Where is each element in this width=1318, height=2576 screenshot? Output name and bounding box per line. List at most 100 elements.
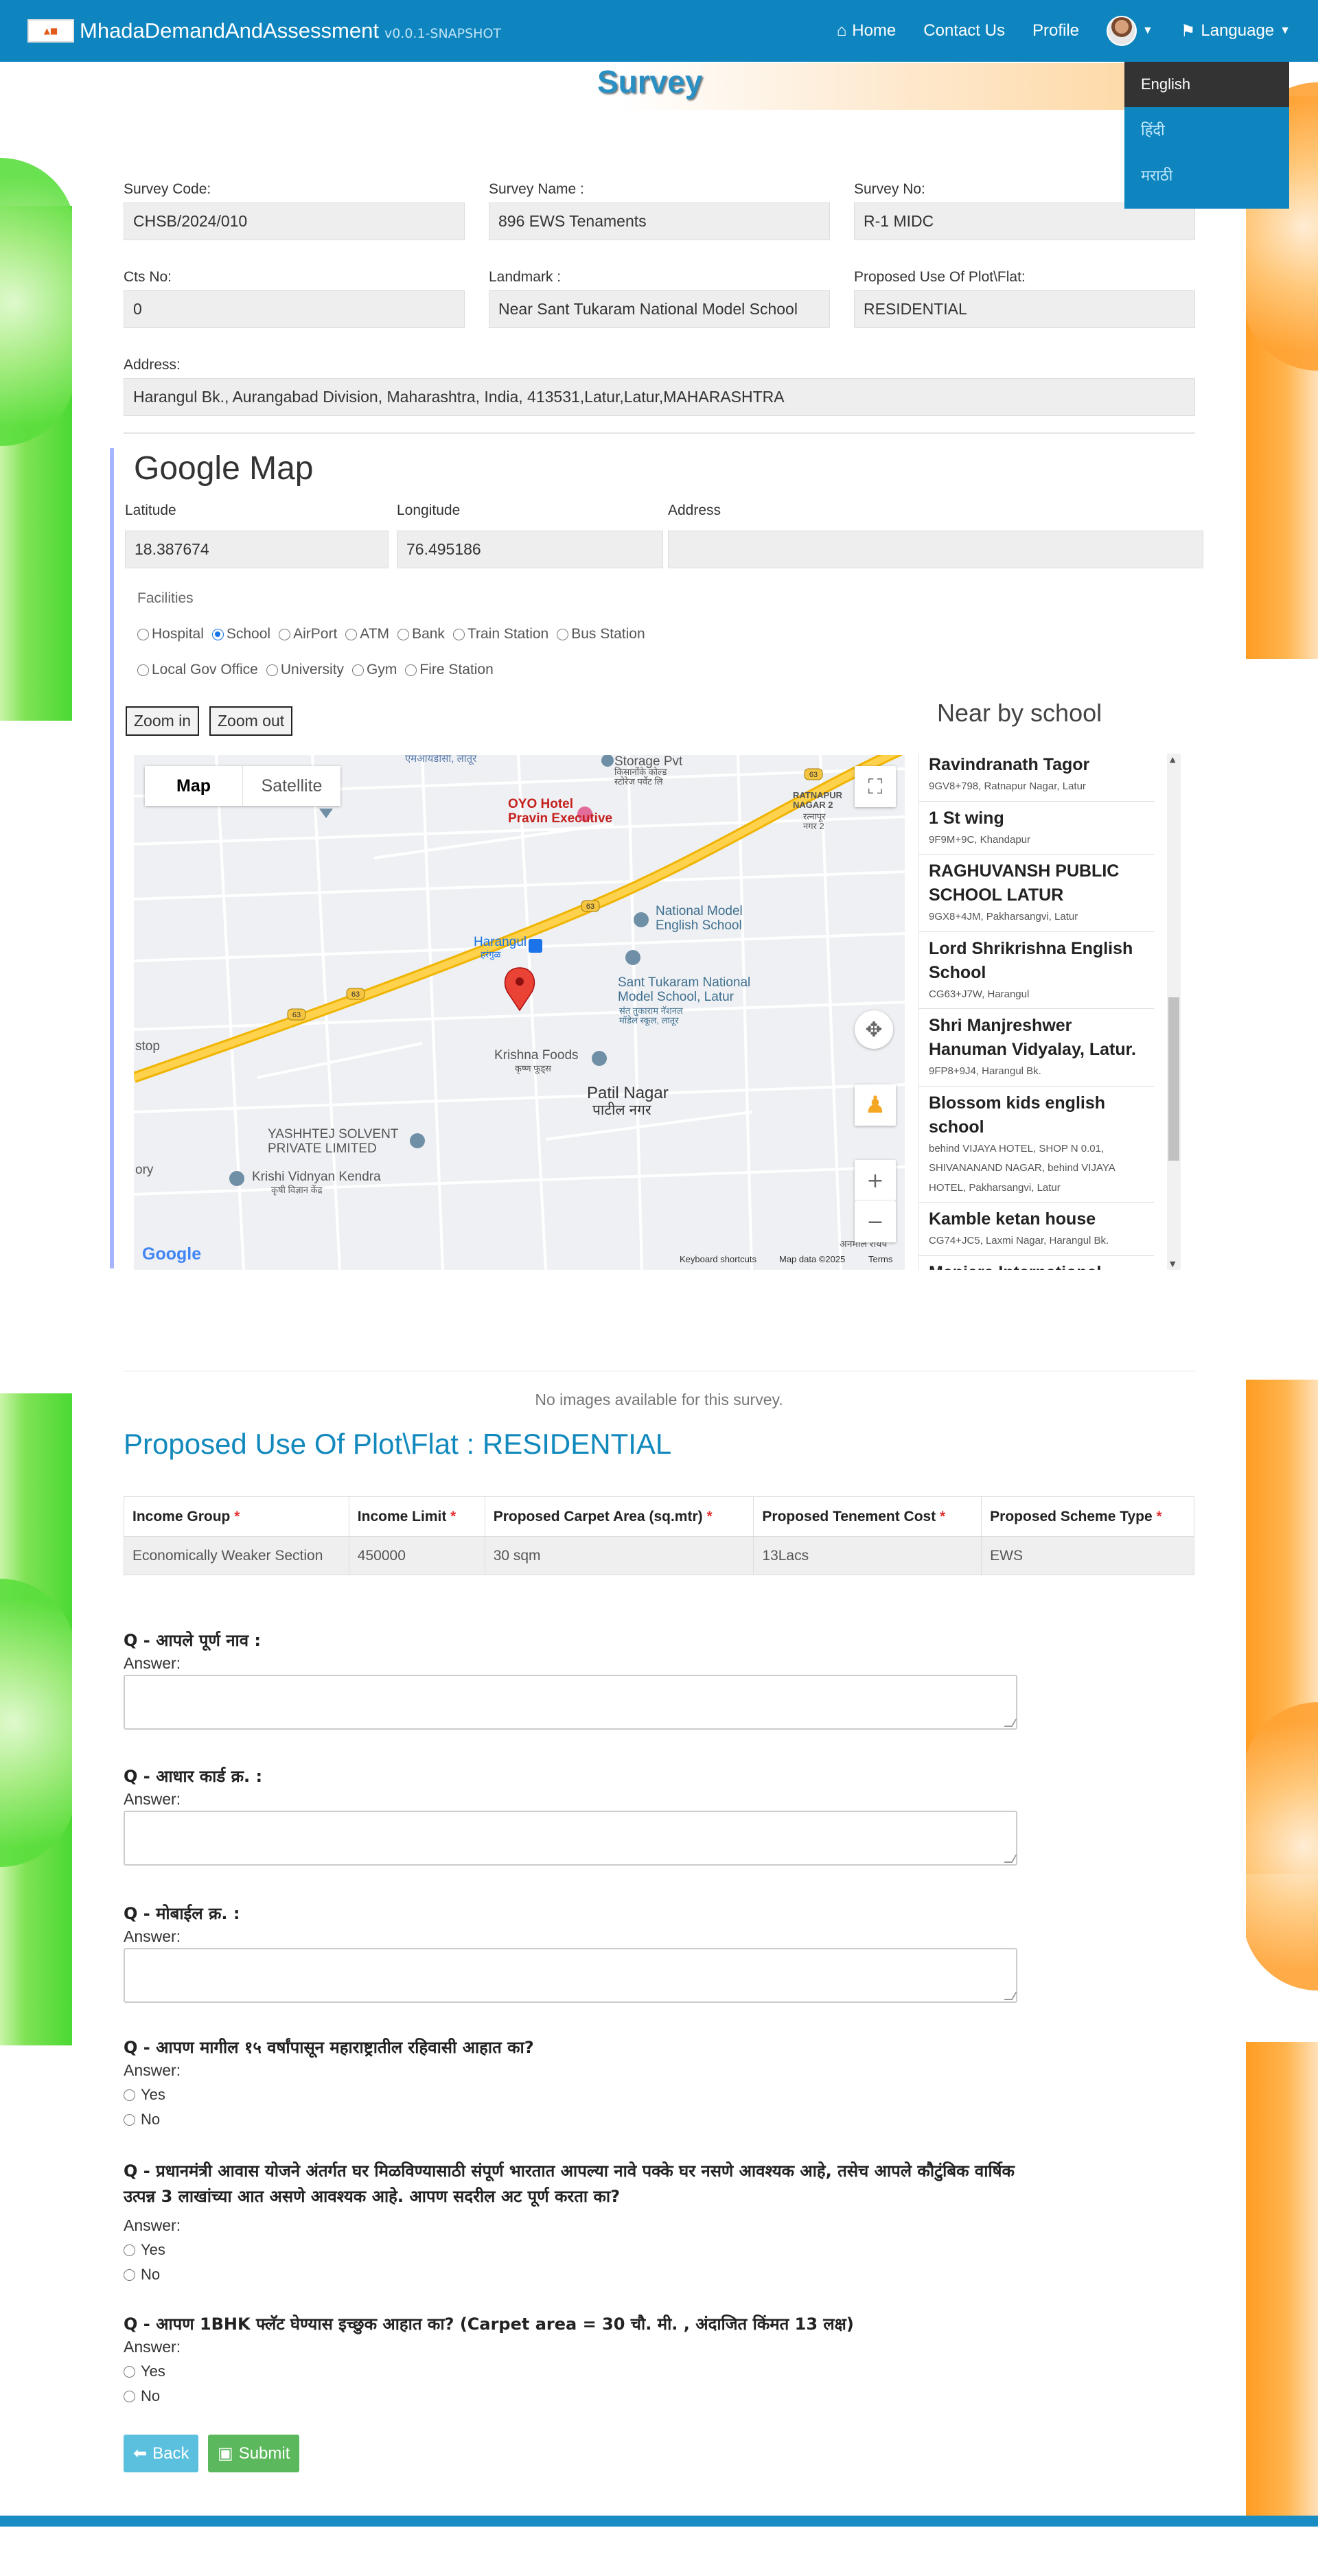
facility-option-train-station[interactable]: Train Station: [452, 626, 548, 642]
map-address-field[interactable]: [668, 531, 1203, 568]
facility-radio[interactable]: [557, 628, 569, 640]
nearby-item[interactable]: 1 St wing 9F9M+9C, Khandapur: [919, 802, 1154, 855]
facility-option-atm[interactable]: ATM: [345, 626, 389, 642]
facility-option-bank[interactable]: Bank: [397, 626, 445, 642]
facility-radio[interactable]: [137, 664, 149, 676]
survey-name-field[interactable]: 896 EWS Tenaments: [489, 202, 830, 240]
brand-name[interactable]: MhadaDemandAndAssessment: [80, 19, 379, 43]
answer-option-no[interactable]: No: [124, 2387, 160, 2405]
answer-option-yes[interactable]: Yes: [124, 2363, 165, 2380]
nearby-item-address: 9GV8+798, Ratnapur Nagar, Latur: [929, 780, 1086, 792]
table-header-cell: Proposed Carpet Area (sq.mtr) *: [484, 1496, 754, 1537]
nearby-item[interactable]: Shri Manjreshwer Hanuman Vidyalay, Latur…: [919, 1009, 1154, 1087]
nearby-scrollbar[interactable]: ▲ ▼: [1167, 754, 1181, 1270]
facility-radio[interactable]: [211, 628, 224, 640]
nearby-item[interactable]: Manjara International: [919, 1256, 1154, 1270]
landmark-field[interactable]: Near Sant Tukaram National Model School: [489, 290, 830, 328]
table-header-label: Income Limit: [357, 1508, 447, 1524]
keyboard-shortcuts-link[interactable]: Keyboard shortcuts: [680, 1254, 756, 1264]
street-view-pegman-icon[interactable]: ♟: [855, 1084, 896, 1126]
facility-option-school[interactable]: School: [211, 626, 270, 642]
terms-link[interactable]: Terms: [868, 1254, 892, 1264]
map-tab-satellite[interactable]: Satellite: [242, 766, 340, 806]
answer-radio[interactable]: [124, 2268, 135, 2281]
answer-label: Answer:: [124, 1927, 181, 1945]
google-map[interactable]: 63 63 63 63 Map Satellite एमआयडीसी, लातू…: [134, 755, 905, 1270]
nearby-item[interactable]: Kamble ketan house CG74+JC5, Laxmi Nagar,…: [919, 1203, 1154, 1256]
nearby-school-list[interactable]: Ravindranath Tagor 9GV8+798, Ratnapur Nag…: [918, 754, 1167, 1270]
address-field[interactable]: Harangul Bk., Aurangabad Division, Mahar…: [124, 378, 1195, 416]
scroll-thumb[interactable]: [1168, 997, 1179, 1161]
scroll-down-icon[interactable]: ▼: [1170, 1260, 1175, 1268]
nearby-item-name: Lord Shrikrishna English School: [929, 938, 1133, 982]
map-zoom-in-icon[interactable]: +: [855, 1160, 896, 1201]
zoom-in-button[interactable]: Zoom in: [126, 706, 200, 736]
facility-radio[interactable]: [405, 664, 417, 676]
answer-option-yes[interactable]: Yes: [124, 2241, 165, 2259]
zoom-out-button[interactable]: Zoom out: [209, 706, 293, 736]
nearby-item[interactable]: Lord Shrikrishna English School CG63+J7W,…: [919, 932, 1154, 1009]
answer-radio[interactable]: [124, 2390, 135, 2402]
facility-option-gym[interactable]: Gym: [352, 662, 397, 678]
facility-radio[interactable]: [452, 628, 465, 640]
facility-option-local-gov-office[interactable]: Local Gov Office: [137, 662, 258, 678]
footer-bar: [0, 2516, 1318, 2527]
proposed-use-field[interactable]: RESIDENTIAL: [854, 290, 1195, 328]
answer-textarea[interactable]: [124, 1811, 1017, 1866]
content-panel: [72, 62, 1246, 2516]
answer-radio[interactable]: [124, 2244, 135, 2256]
answer-radio[interactable]: [124, 2365, 135, 2378]
facility-option-hospital[interactable]: Hospital: [137, 626, 204, 642]
language-option-english[interactable]: English: [1124, 62, 1289, 107]
map-label-krishna-foods: Krishna Foods: [494, 1048, 579, 1063]
nav-home[interactable]: ⌂ Home: [837, 21, 897, 40]
language-toggle[interactable]: ⚑ Language ▼: [1181, 21, 1291, 41]
submit-button[interactable]: ▣ Submit: [208, 2435, 300, 2472]
facility-radio[interactable]: [266, 664, 278, 676]
survey-code-field[interactable]: CHSB/2024/010: [124, 202, 465, 240]
cts-no-field[interactable]: 0: [124, 290, 465, 328]
latitude-field[interactable]: 18.387674: [125, 531, 389, 568]
nav-profile[interactable]: Profile: [1032, 21, 1079, 40]
longitude-field[interactable]: 76.495186: [397, 531, 663, 568]
brand-logo[interactable]: ▲■: [27, 19, 74, 43]
nearby-item-name: Kamble ketan house: [929, 1209, 1096, 1229]
map-label-patil-nagar: Patil Nagar: [587, 1084, 669, 1102]
answer-option-yes[interactable]: Yes: [124, 2086, 165, 2104]
answer-option-label: No: [141, 2266, 161, 2283]
facility-radio[interactable]: [137, 628, 149, 640]
nearby-item[interactable]: RAGHUVANSH PUBLIC SCHOOL LATUR 9GX8+4JM, …: [919, 855, 1154, 932]
facility-radio[interactable]: [352, 664, 365, 676]
facility-radio[interactable]: [279, 628, 291, 640]
facility-option-bus-station[interactable]: Bus Station: [557, 626, 645, 642]
facility-option-university[interactable]: University: [266, 662, 344, 678]
facility-option-airport[interactable]: AirPort: [279, 626, 337, 642]
required-marker: *: [702, 1508, 713, 1524]
answer-label: Answer:: [124, 1790, 181, 1808]
nearby-item[interactable]: Ravindranath Tagor 9GV8+798, Ratnapur Nag…: [919, 754, 1154, 802]
table-cell: 30 sqm: [484, 1536, 754, 1575]
map-zoom-out-icon[interactable]: −: [855, 1201, 896, 1242]
user-menu-toggle[interactable]: ▼: [1107, 16, 1153, 46]
language-option-hindi[interactable]: हिंदी: [1124, 107, 1289, 152]
facility-option-fire-station[interactable]: Fire Station: [405, 662, 494, 678]
answer-textarea[interactable]: [124, 1948, 1017, 2003]
map-tab-map[interactable]: Map: [145, 766, 242, 806]
fullscreen-icon[interactable]: ⛶: [855, 766, 896, 807]
answer-radio[interactable]: [124, 2089, 135, 2101]
nearby-item[interactable]: Blossom kids english school behind VIJAYA…: [919, 1087, 1154, 1203]
facility-radio[interactable]: [397, 628, 410, 640]
answer-textarea[interactable]: [124, 1675, 1017, 1730]
camera-control-icon[interactable]: ✥: [855, 1010, 893, 1049]
map-label-national-school: National Model English School: [656, 904, 743, 933]
scroll-up-icon[interactable]: ▲: [1170, 755, 1175, 764]
table-header-cell: Income Limit *: [348, 1496, 485, 1537]
answer-option-no[interactable]: No: [124, 2266, 160, 2284]
nav-contact[interactable]: Contact Us: [923, 21, 1005, 40]
back-button[interactable]: ⬅ Back: [124, 2435, 199, 2472]
language-option-marathi[interactable]: मराठी: [1124, 152, 1289, 198]
answer-radio[interactable]: [124, 2113, 135, 2126]
facility-radio[interactable]: [345, 628, 358, 640]
answer-option-no[interactable]: No: [124, 2111, 160, 2128]
table-cell: 450000: [348, 1536, 485, 1575]
